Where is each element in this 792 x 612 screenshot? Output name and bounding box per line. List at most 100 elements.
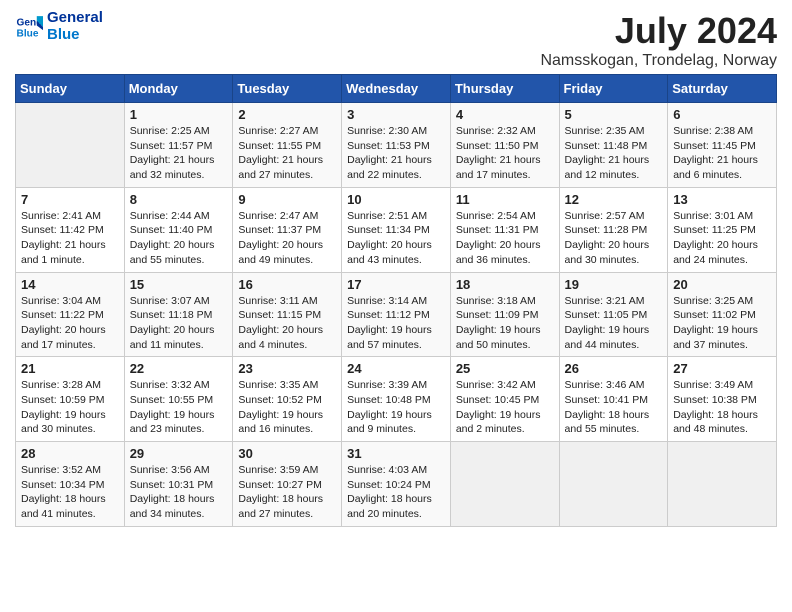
day-cell: 15Sunrise: 3:07 AM Sunset: 11:18 PM Dayl…: [124, 272, 233, 357]
day-number: 31: [347, 446, 445, 461]
day-number: 13: [673, 192, 771, 207]
location: Namsskogan, Trondelag, Norway: [540, 52, 777, 70]
day-number: 6: [673, 107, 771, 122]
week-row-1: 1 Sunrise: 2:25 AM Sunset: 11:57 PM Dayli…: [16, 103, 777, 188]
day-cell: 29 Sunrise: 3:56 AM Sunset: 10:31 PM Dayl…: [124, 442, 233, 527]
week-row-2: 7 Sunrise: 2:41 AM Sunset: 11:42 PM Dayli…: [16, 187, 777, 272]
day-info: Sunrise: 2:38 AM Sunset: 11:45 PM Daylig…: [673, 124, 771, 183]
day-number: 18: [456, 277, 554, 292]
col-header-sunday: Sunday: [16, 75, 125, 103]
logo-icon: General Blue: [15, 13, 43, 41]
day-number: 26: [565, 361, 663, 376]
day-number: 5: [565, 107, 663, 122]
day-info: Sunrise: 3:21 AM Sunset: 11:05 PM Daylig…: [565, 294, 663, 353]
day-info: Sunrise: 2:47 AM Sunset: 11:37 PM Daylig…: [238, 209, 336, 268]
day-cell: 18 Sunrise: 3:18 AM Sunset: 11:09 PM Dayl…: [450, 272, 559, 357]
header-row: SundayMondayTuesdayWednesdayThursdayFrid…: [16, 75, 777, 103]
day-number: 16: [238, 277, 336, 292]
day-info: Sunrise: 2:27 AM Sunset: 11:55 PM Daylig…: [238, 124, 336, 183]
day-info: Sunrise: 2:54 AM Sunset: 11:31 PM Daylig…: [456, 209, 554, 268]
day-number: 3: [347, 107, 445, 122]
day-cell: 2 Sunrise: 2:27 AM Sunset: 11:55 PM Dayli…: [233, 103, 342, 188]
day-number: 12: [565, 192, 663, 207]
day-number: 20: [673, 277, 771, 292]
logo-blue: Blue: [47, 27, 103, 44]
day-info: Sunrise: 3:42 AM Sunset: 10:45 PM Daylig…: [456, 378, 554, 437]
day-number: 28: [21, 446, 119, 461]
day-info: Sunrise: 3:39 AM Sunset: 10:48 PM Daylig…: [347, 378, 445, 437]
logo: General Blue General Blue: [15, 10, 103, 43]
day-number: 27: [673, 361, 771, 376]
day-info: Sunrise: 3:14 AM Sunset: 11:12 PM Daylig…: [347, 294, 445, 353]
day-info: Sunrise: 3:56 AM Sunset: 10:31 PM Daylig…: [130, 463, 228, 522]
day-number: 30: [238, 446, 336, 461]
logo-general: General: [47, 10, 103, 27]
day-info: Sunrise: 3:52 AM Sunset: 10:34 PM Daylig…: [21, 463, 119, 522]
day-number: 8: [130, 192, 228, 207]
day-info: Sunrise: 3:46 AM Sunset: 10:41 PM Daylig…: [565, 378, 663, 437]
day-info: Sunrise: 3:32 AM Sunset: 10:55 PM Daylig…: [130, 378, 228, 437]
day-info: Sunrise: 3:04 AM Sunset: 11:22 PM Daylig…: [21, 294, 119, 353]
col-header-friday: Friday: [559, 75, 668, 103]
week-row-3: 14Sunrise: 3:04 AM Sunset: 11:22 PM Dayl…: [16, 272, 777, 357]
day-number: 4: [456, 107, 554, 122]
col-header-thursday: Thursday: [450, 75, 559, 103]
day-info: Sunrise: 3:49 AM Sunset: 10:38 PM Daylig…: [673, 378, 771, 437]
day-cell: [450, 442, 559, 527]
day-number: 19: [565, 277, 663, 292]
day-cell: 7 Sunrise: 2:41 AM Sunset: 11:42 PM Dayli…: [16, 187, 125, 272]
day-number: 24: [347, 361, 445, 376]
day-info: Sunrise: 2:30 AM Sunset: 11:53 PM Daylig…: [347, 124, 445, 183]
day-number: 21: [21, 361, 119, 376]
day-cell: 10 Sunrise: 2:51 AM Sunset: 11:34 PM Dayl…: [342, 187, 451, 272]
svg-text:Blue: Blue: [17, 28, 39, 39]
day-cell: 14Sunrise: 3:04 AM Sunset: 11:22 PM Dayl…: [16, 272, 125, 357]
day-cell: 9 Sunrise: 2:47 AM Sunset: 11:37 PM Dayli…: [233, 187, 342, 272]
day-info: Sunrise: 4:03 AM Sunset: 10:24 PM Daylig…: [347, 463, 445, 522]
col-header-saturday: Saturday: [668, 75, 777, 103]
day-cell: 25 Sunrise: 3:42 AM Sunset: 10:45 PM Dayl…: [450, 357, 559, 442]
day-cell: 23Sunrise: 3:35 AM Sunset: 10:52 PM Dayl…: [233, 357, 342, 442]
col-header-tuesday: Tuesday: [233, 75, 342, 103]
day-number: 10: [347, 192, 445, 207]
day-cell: 13Sunrise: 3:01 AM Sunset: 11:25 PM Dayl…: [668, 187, 777, 272]
day-cell: 4Sunrise: 2:32 AM Sunset: 11:50 PM Dayli…: [450, 103, 559, 188]
day-cell: 24 Sunrise: 3:39 AM Sunset: 10:48 PM Dayl…: [342, 357, 451, 442]
day-info: Sunrise: 3:28 AM Sunset: 10:59 PM Daylig…: [21, 378, 119, 437]
header: General Blue General Blue July 2024 Nams…: [15, 10, 777, 70]
day-number: 25: [456, 361, 554, 376]
day-cell: 12 Sunrise: 2:57 AM Sunset: 11:28 PM Dayl…: [559, 187, 668, 272]
day-info: Sunrise: 2:25 AM Sunset: 11:57 PM Daylig…: [130, 124, 228, 183]
day-cell: 1 Sunrise: 2:25 AM Sunset: 11:57 PM Dayli…: [124, 103, 233, 188]
day-info: Sunrise: 3:18 AM Sunset: 11:09 PM Daylig…: [456, 294, 554, 353]
day-cell: 31 Sunrise: 4:03 AM Sunset: 10:24 PM Dayl…: [342, 442, 451, 527]
day-cell: [668, 442, 777, 527]
day-info: Sunrise: 2:51 AM Sunset: 11:34 PM Daylig…: [347, 209, 445, 268]
day-cell: 16 Sunrise: 3:11 AM Sunset: 11:15 PM Dayl…: [233, 272, 342, 357]
day-number: 17: [347, 277, 445, 292]
day-number: 29: [130, 446, 228, 461]
day-cell: 5 Sunrise: 2:35 AM Sunset: 11:48 PM Dayli…: [559, 103, 668, 188]
day-number: 15: [130, 277, 228, 292]
day-number: 1: [130, 107, 228, 122]
day-info: Sunrise: 2:57 AM Sunset: 11:28 PM Daylig…: [565, 209, 663, 268]
day-cell: 21 Sunrise: 3:28 AM Sunset: 10:59 PM Dayl…: [16, 357, 125, 442]
day-cell: 6 Sunrise: 2:38 AM Sunset: 11:45 PM Dayli…: [668, 103, 777, 188]
day-info: Sunrise: 3:35 AM Sunset: 10:52 PM Daylig…: [238, 378, 336, 437]
day-info: Sunrise: 3:11 AM Sunset: 11:15 PM Daylig…: [238, 294, 336, 353]
day-cell: 8Sunrise: 2:44 AM Sunset: 11:40 PM Dayli…: [124, 187, 233, 272]
calendar-table: SundayMondayTuesdayWednesdayThursdayFrid…: [15, 74, 777, 527]
title-area: July 2024 Namsskogan, Trondelag, Norway: [540, 10, 777, 70]
day-info: Sunrise: 3:25 AM Sunset: 11:02 PM Daylig…: [673, 294, 771, 353]
day-info: Sunrise: 2:35 AM Sunset: 11:48 PM Daylig…: [565, 124, 663, 183]
day-cell: 3 Sunrise: 2:30 AM Sunset: 11:53 PM Dayli…: [342, 103, 451, 188]
day-number: 9: [238, 192, 336, 207]
day-cell: 20 Sunrise: 3:25 AM Sunset: 11:02 PM Dayl…: [668, 272, 777, 357]
day-number: 2: [238, 107, 336, 122]
day-number: 11: [456, 192, 554, 207]
day-info: Sunrise: 2:41 AM Sunset: 11:42 PM Daylig…: [21, 209, 119, 268]
day-cell: 30 Sunrise: 3:59 AM Sunset: 10:27 PM Dayl…: [233, 442, 342, 527]
day-number: 7: [21, 192, 119, 207]
day-info: Sunrise: 3:59 AM Sunset: 10:27 PM Daylig…: [238, 463, 336, 522]
day-cell: [16, 103, 125, 188]
